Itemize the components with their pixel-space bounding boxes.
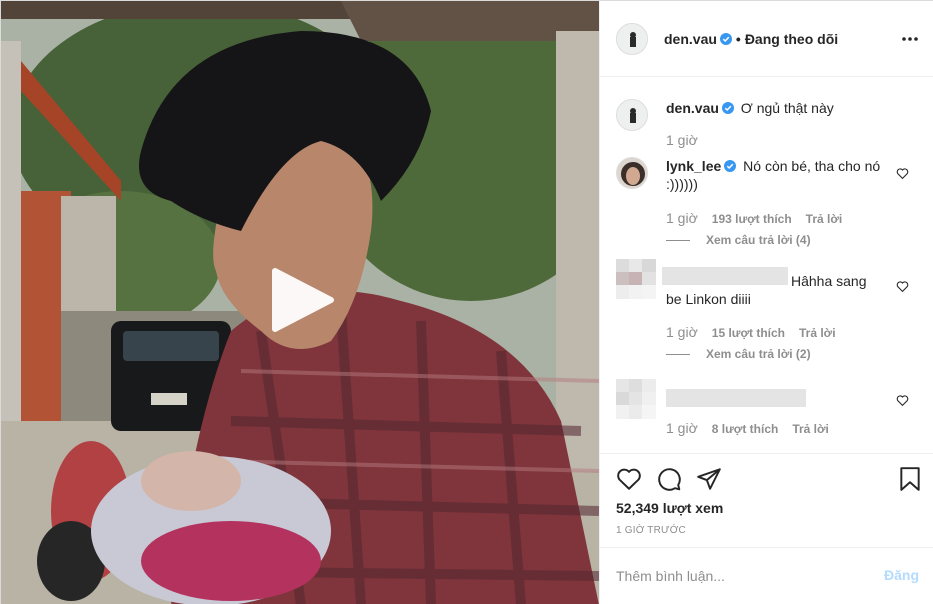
author-username[interactable]: den.vau	[664, 31, 717, 47]
comment-avatar[interactable]	[616, 157, 648, 189]
post-comment-button[interactable]: Đăng	[884, 567, 919, 583]
comments-list[interactable]: den.vau Ơ ngủ thật này 1 giờ lynk_lee Nó…	[600, 77, 933, 453]
comment-bubble-icon[interactable]	[656, 466, 682, 492]
comment-meta: 1 giờ 193 lượt thích Trả lời	[666, 210, 856, 226]
replies-divider-line	[666, 354, 690, 356]
blurred-comment	[666, 389, 806, 407]
comment-body-line2: be Linkon diiii	[666, 291, 751, 307]
comment-body-line1: Hâhha sang	[791, 273, 867, 289]
comment-time[interactable]: 1 giờ	[666, 420, 698, 436]
comment-author[interactable]: lynk_lee	[666, 158, 721, 174]
replies-divider-line	[666, 240, 690, 242]
comment-meta: 1 giờ 15 lượt thích Trả lời	[666, 324, 850, 340]
like-comment-heart-icon[interactable]	[896, 167, 909, 180]
follow-status[interactable]: Đang theo dõi	[745, 31, 838, 47]
view-count[interactable]: 52,349 lượt xem	[616, 500, 723, 516]
comment-likes[interactable]: 193 lượt thích	[712, 212, 792, 226]
comment-body-line1: Nó còn bé, tha cho nó	[743, 158, 881, 174]
play-icon[interactable]	[269, 267, 335, 333]
caption-author[interactable]: den.vau	[666, 100, 719, 116]
comment-time[interactable]: 1 giờ	[666, 324, 698, 340]
verified-icon	[721, 100, 734, 114]
comment-1-text: lynk_lee Nó còn bé, tha cho nó :))))))	[666, 157, 891, 193]
post-timestamp[interactable]: 1 GIỜ TRƯỚC	[616, 525, 686, 536]
instagram-post: den.vau • Đang theo dõi den.vau Ơ ngủ thật…	[0, 0, 933, 604]
reply-button[interactable]: Trả lời	[799, 326, 836, 340]
reply-button[interactable]: Trả lời	[806, 212, 843, 226]
comment-input[interactable]	[616, 566, 866, 586]
caption-text: Ơ ngủ thật này	[740, 100, 834, 116]
view-replies-label: Xem câu trả lời (4)	[706, 233, 811, 247]
share-send-icon[interactable]	[696, 466, 722, 492]
comment-2-text: Hâhha sang be Linkon diiii	[666, 272, 891, 308]
reply-button[interactable]: Trả lời	[792, 422, 829, 436]
more-horizontal-icon[interactable]	[901, 31, 919, 47]
like-comment-heart-icon[interactable]	[896, 280, 909, 293]
separator-dot: •	[735, 31, 741, 47]
author-avatar[interactable]	[616, 23, 648, 55]
comment-meta: 1 giờ 8 lượt thích Trả lời	[666, 420, 843, 436]
blurred-avatar[interactable]	[616, 259, 656, 299]
post-video[interactable]	[1, 1, 599, 604]
comment-body-line2: :))))))	[666, 176, 698, 192]
caption-time[interactable]: 1 giờ	[666, 132, 698, 148]
verified-icon	[724, 158, 737, 172]
post-side-panel: den.vau • Đang theo dõi den.vau Ơ ngủ thật…	[599, 1, 933, 604]
comment-likes[interactable]: 8 lượt thích	[712, 422, 779, 436]
action-bar: 52,349 lượt xem 1 GIỜ TRƯỚC	[600, 453, 933, 547]
post-header: den.vau • Đang theo dõi	[600, 1, 933, 77]
caption-author-avatar[interactable]	[616, 99, 648, 131]
heart-icon[interactable]	[616, 466, 642, 492]
blurred-avatar[interactable]	[616, 379, 656, 419]
comment-composer: Đăng	[600, 547, 933, 604]
caption-meta: 1 giờ	[666, 132, 712, 148]
like-comment-heart-icon[interactable]	[896, 394, 909, 407]
verified-icon	[719, 32, 732, 45]
caption: den.vau Ơ ngủ thật này	[666, 99, 834, 117]
view-replies-button[interactable]: Xem câu trả lời (4)	[666, 233, 811, 247]
comment-likes[interactable]: 15 lượt thích	[712, 326, 785, 340]
comment-time[interactable]: 1 giờ	[666, 210, 698, 226]
view-replies-button[interactable]: Xem câu trả lời (2)	[666, 347, 811, 361]
author-row: den.vau • Đang theo dõi	[664, 31, 838, 47]
view-replies-label: Xem câu trả lời (2)	[706, 347, 811, 361]
bookmark-icon[interactable]	[897, 466, 923, 492]
